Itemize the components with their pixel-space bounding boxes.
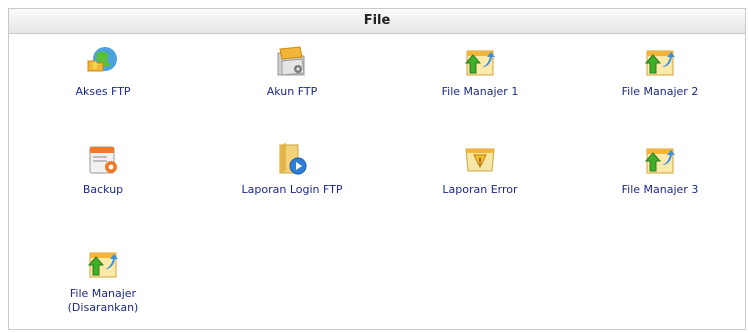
file-manajer-3-label: File Manajer 3 [621,183,699,196]
backup-icon [89,146,117,174]
file-panel: File Akses FTP Akun FTP File Manajer 1 F… [8,8,746,330]
laporan-login-ftp-link[interactable]: Laporan Login FTP [207,141,377,197]
globe-folder-icon [87,47,117,72]
file-tools-grid: Akses FTP Akun FTP File Manajer 1 File M… [9,34,745,330]
file-manajer-2-label: File Manajer 2 [621,85,699,98]
akun-ftp-label: Akun FTP [266,85,318,98]
laporan-login-ftp-label: Laporan Login FTP [241,183,343,196]
folder-account-icon [277,46,305,76]
laporan-error-label: Laporan Error [442,183,518,196]
backup-label: Backup [82,183,124,196]
file-manager-icon [644,148,675,174]
file-manajer-3-link[interactable]: File Manajer 3 [575,141,745,197]
file-manajer-2-link[interactable]: File Manajer 2 [575,43,745,99]
panel-title: File [9,9,745,34]
file-manager-icon [644,50,675,76]
file-manajer-disarankan-link[interactable]: File Manajer (Disarankan) [18,245,188,315]
file-manajer-1-link[interactable]: File Manajer 1 [395,43,565,99]
akses-ftp-label: Akses FTP [75,85,131,98]
error-report-icon [465,148,495,172]
login-report-icon [279,143,307,175]
file-manager-icon [87,252,118,278]
file-manajer-disarankan-label: File Manajer (Disarankan) [67,287,139,314]
laporan-error-link[interactable]: Laporan Error [395,141,565,197]
akses-ftp-link[interactable]: Akses FTP [18,43,188,99]
file-manager-icon [464,50,495,76]
backup-link[interactable]: Backup [18,141,188,197]
file-manajer-1-label: File Manajer 1 [441,85,519,98]
akun-ftp-link[interactable]: Akun FTP [207,43,377,99]
